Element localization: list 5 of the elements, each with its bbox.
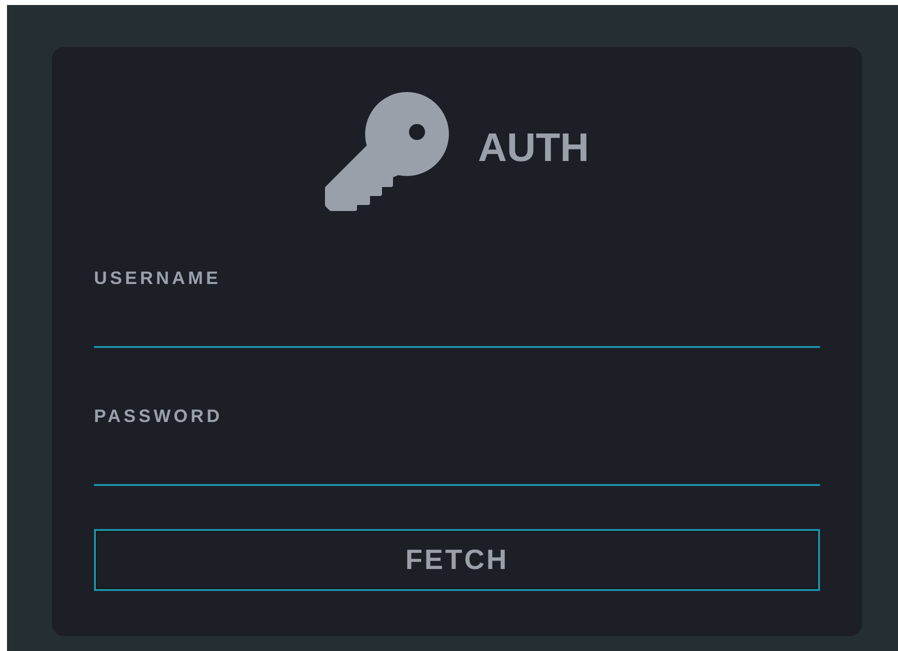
fetch-button[interactable]: FETCH — [94, 529, 820, 591]
login-title: AUTH — [478, 126, 590, 171]
field-label: PASSWORD — [94, 406, 223, 426]
key-icon — [324, 90, 450, 211]
field-label: USERNAME — [94, 268, 222, 288]
